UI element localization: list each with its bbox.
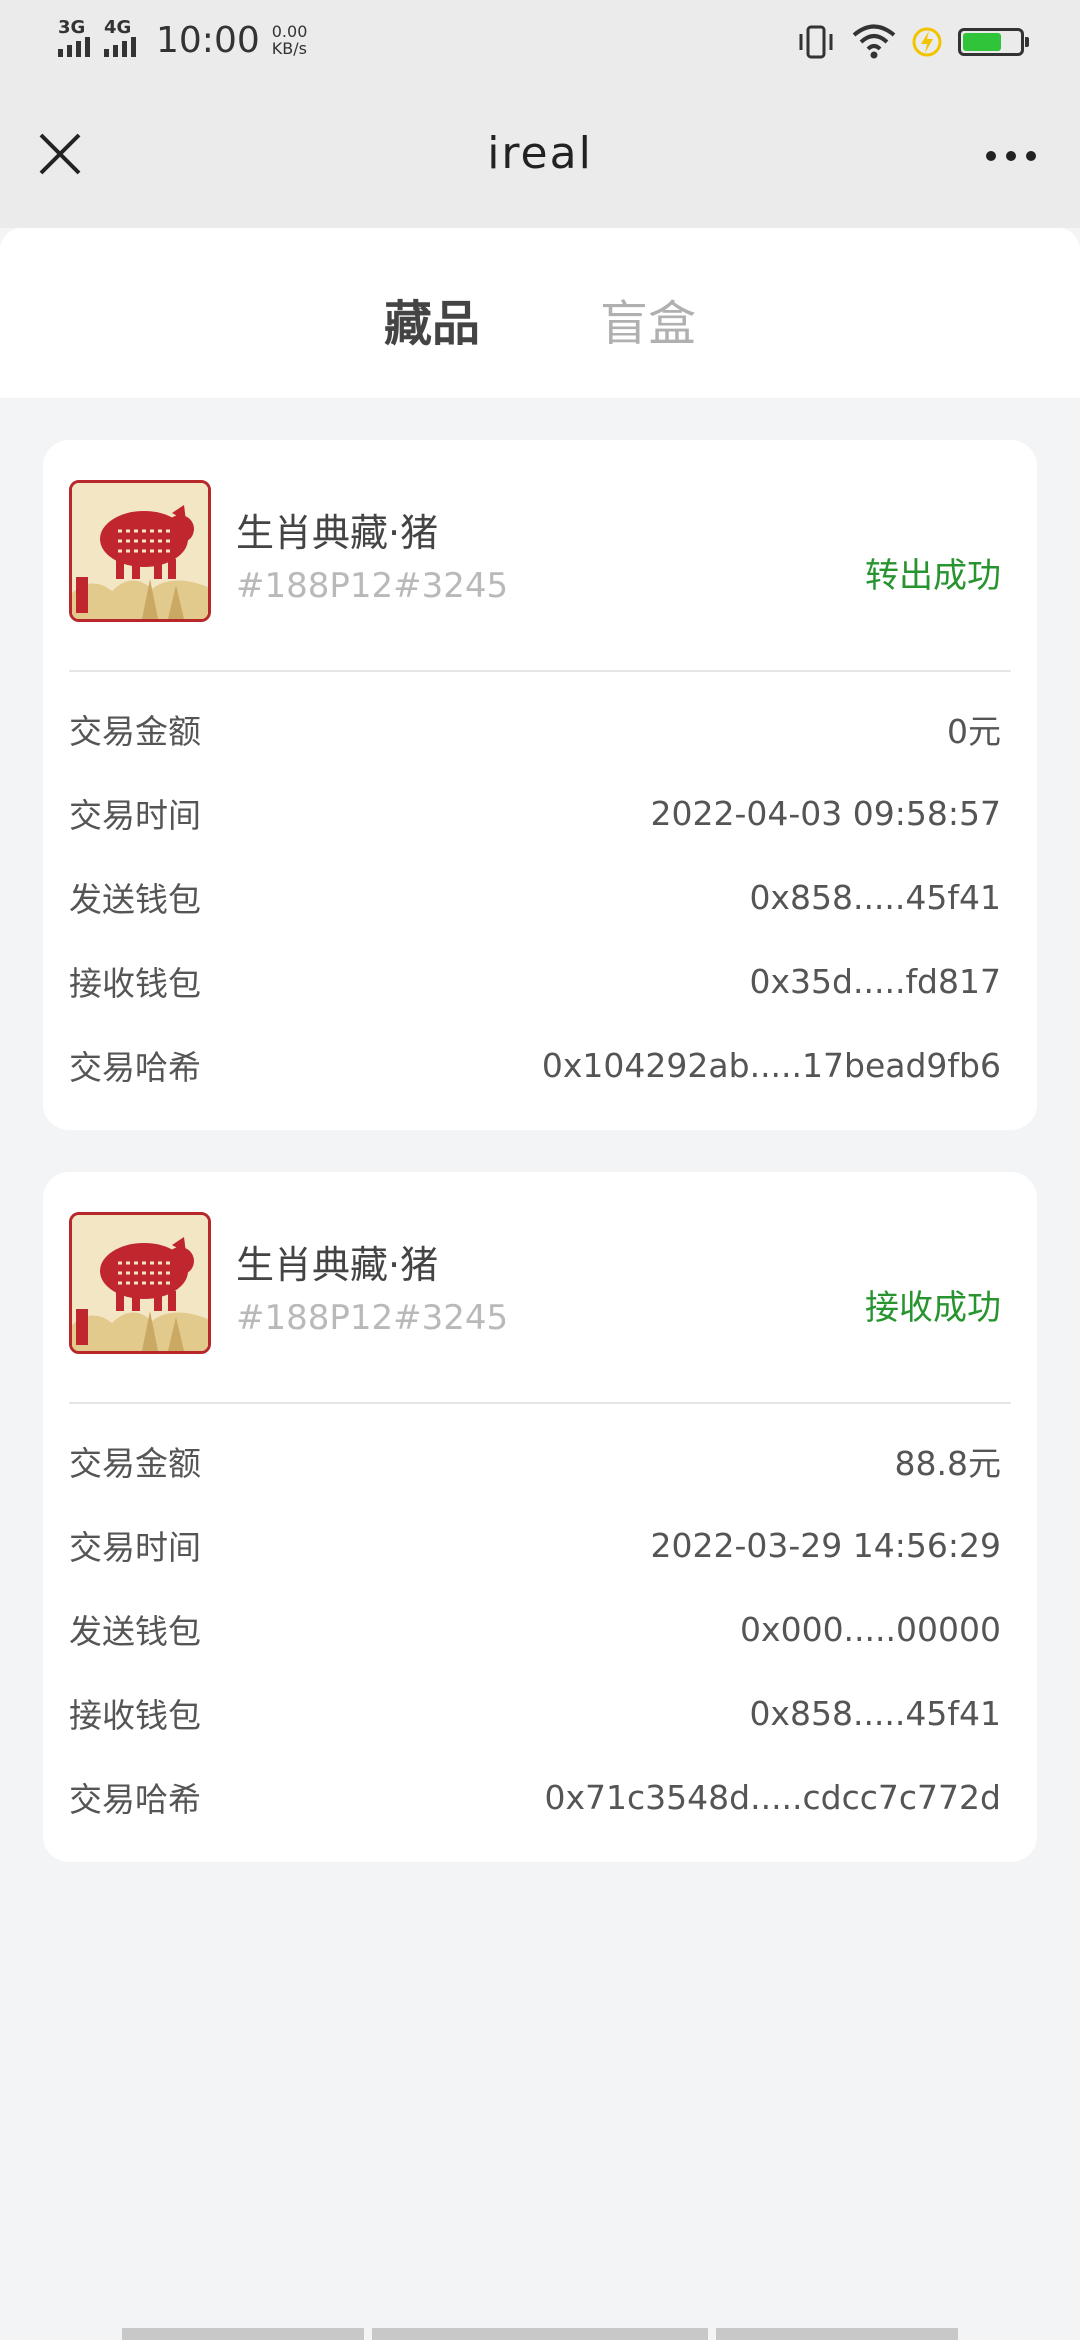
detail-row-hash: 交易哈希 0x71c3548d.....cdcc7c772d [69, 1772, 1001, 1822]
wifi-icon [852, 24, 896, 59]
pig-artwork-icon [72, 1215, 208, 1351]
detail-value: 0x858.....45f41 [749, 1693, 1001, 1733]
item-thumbnail [69, 480, 211, 622]
pig-artwork-icon [72, 483, 208, 619]
more-icon-dot [986, 151, 996, 161]
detail-row-receiver: 接收钱包 0x858.....45f41 [69, 1688, 1001, 1738]
detail-value: 2022-03-29 14:56:29 [650, 1525, 1001, 1565]
network-speed: 0.00 KB/s [272, 23, 308, 57]
detail-row-time: 交易时间 2022-04-03 09:58:57 [69, 788, 1001, 838]
battery-icon: 63 [958, 28, 1029, 56]
detail-label: 交易时间 [69, 796, 201, 835]
bottom-bar-segment [122, 2328, 364, 2340]
detail-label: 交易哈希 [69, 1048, 201, 1087]
detail-value: 88.8元 [894, 1444, 1001, 1483]
network-type-1: 3G [58, 17, 86, 38]
detail-value: 0x858.....45f41 [749, 877, 1001, 917]
bottom-bar-segment [372, 2328, 708, 2340]
detail-label: 发送钱包 [69, 880, 201, 919]
tab-blind-box[interactable]: 盲盒 [600, 284, 696, 354]
detail-label: 发送钱包 [69, 1612, 201, 1651]
more-icon-dot [1006, 151, 1016, 161]
bottom-nav-bar [0, 2328, 1080, 2340]
item-name: 生肖典藏·猪 [236, 1243, 439, 1287]
status-bar: 3G 4G 10:00 0.00 KB/s 63 [0, 0, 1080, 80]
detail-value: 0x71c3548d.....cdcc7c772d [544, 1777, 1002, 1817]
bottom-bar-segment [716, 2328, 958, 2340]
transaction-card[interactable]: 生肖典藏·猪 #188P12#3245 接收成功 交易金额 88.8元 交易时间… [43, 1172, 1037, 1862]
detail-value: 0x35d.....fd817 [749, 961, 1001, 1001]
detail-label: 接收钱包 [69, 1696, 201, 1735]
detail-label: 交易金额 [69, 1444, 201, 1483]
nav-bar: ireal [0, 80, 1080, 228]
detail-row-time: 交易时间 2022-03-29 14:56:29 [69, 1520, 1001, 1570]
speed-unit: KB/s [271, 39, 307, 58]
transaction-card[interactable]: 生肖典藏·猪 #188P12#3245 转出成功 交易金额 0元 交易时间 20… [43, 440, 1037, 1130]
status-bar-left: 3G 4G 10:00 0.00 KB/s [58, 17, 308, 62]
status-badge: 接收成功 [865, 1288, 1001, 1328]
divider [69, 1402, 1011, 1404]
detail-row-hash: 交易哈希 0x104292ab.....17bead9fb6 [69, 1040, 1001, 1090]
detail-label: 交易金额 [69, 712, 201, 751]
network-type-2: 4G [104, 17, 132, 38]
signal-icon: 3G [58, 17, 90, 57]
speed-value: 0.00 [271, 22, 308, 41]
vibrate-icon [799, 25, 833, 59]
detail-value: 0x104292ab.....17bead9fb6 [541, 1045, 1001, 1085]
battery-level: 63 [979, 32, 1003, 51]
detail-label: 接收钱包 [69, 964, 201, 1003]
detail-row-amount: 交易金额 0元 [69, 704, 1001, 754]
clock: 10:00 [156, 19, 260, 61]
more-icon-dot [1026, 151, 1036, 161]
detail-label: 交易哈希 [69, 1780, 201, 1819]
more-button[interactable] [976, 128, 1046, 184]
page-title: ireal [487, 128, 593, 179]
charging-icon [912, 27, 942, 57]
divider [69, 670, 1011, 672]
status-bar-right: 63 [796, 20, 1029, 64]
detail-value: 2022-04-03 09:58:57 [650, 793, 1001, 833]
status-badge: 转出成功 [865, 556, 1001, 596]
detail-row-sender: 发送钱包 0x858.....45f41 [69, 872, 1001, 922]
detail-row-amount: 交易金额 88.8元 [69, 1436, 1001, 1486]
item-name: 生肖典藏·猪 [236, 511, 439, 555]
tab-bar: 藏品 盲盒 [0, 228, 1080, 398]
item-id: #188P12#3245 [236, 566, 509, 606]
detail-value: 0x000.....00000 [740, 1609, 1001, 1649]
detail-row-sender: 发送钱包 0x000.....00000 [69, 1604, 1001, 1654]
detail-value: 0元 [947, 712, 1001, 751]
item-id: #188P12#3245 [236, 1298, 509, 1338]
signal-icon-2: 4G [104, 17, 136, 57]
item-thumbnail [69, 1212, 211, 1354]
detail-label: 交易时间 [69, 1528, 201, 1567]
detail-row-receiver: 接收钱包 0x35d.....fd817 [69, 956, 1001, 1006]
tab-collectibles[interactable]: 藏品 [384, 284, 480, 354]
